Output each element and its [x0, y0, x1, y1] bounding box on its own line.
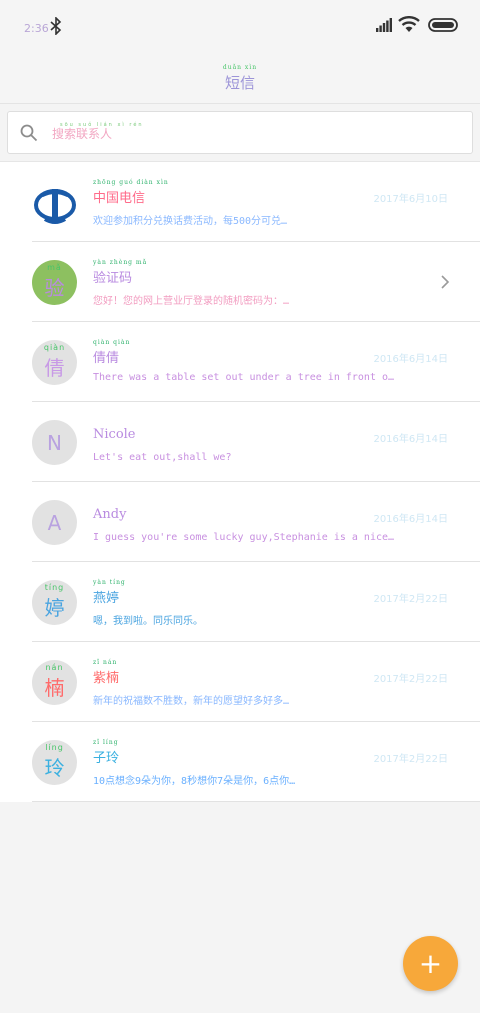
message-date: 2017年2月22日 — [373, 674, 448, 685]
wifi-icon — [398, 16, 420, 32]
status-time: 2:36 — [24, 22, 49, 35]
contact-row[interactable]: nán 楠 zǐ nán 紫楠 2017年2月22日新年的祝福数不胜数，新年的愿望好多好… — [0, 642, 480, 722]
avatar-pinyin: nán — [45, 663, 64, 672]
contact-list: zhōng guó diàn xìn 中国电信 2017年6月10日欢迎参加积分兑换… — [0, 162, 480, 802]
avatar-initial: 倩 — [44, 356, 65, 380]
avatar-initial: A — [47, 510, 62, 535]
contact-name: qiàn qiàn 倩倩 — [93, 339, 130, 366]
avatar — [32, 180, 77, 225]
search-box[interactable]: sōu suǒ lián xì rén — [7, 111, 473, 154]
message-preview: 10点想念9朵为你，8秒想你7朵是你，6点你… — [93, 776, 296, 787]
contact-row[interactable]: qiàn 倩 qiàn qiàn 倩倩 2016年6月14日 There was a ta… — [0, 322, 480, 402]
avatar-initial: 玲 — [44, 756, 65, 780]
contact-name: zǐ líng 子玲 — [93, 739, 119, 766]
avatar: líng 玲 — [32, 740, 77, 785]
avatar-content: nán 楠 — [45, 664, 65, 701]
status-bar: 2:36 — [0, 0, 480, 52]
avatar-pinyin: qiàn — [43, 343, 66, 352]
plus-icon: + — [418, 946, 443, 980]
avatar-content: tíng 婷 — [45, 584, 65, 621]
message-date: 2016年6月14日 — [373, 514, 448, 525]
contact-row[interactable]: mǎ 验 yàn zhèng mǎ 验证码您好！您的网上营业厅登录的随机密码为：… — [0, 242, 480, 322]
chevron-right-icon — [441, 275, 450, 289]
contact-name-pinyin: yàn zhèng mǎ — [93, 259, 148, 266]
contact-name: Nicole — [93, 427, 136, 442]
avatar: tíng 婷 — [32, 580, 77, 625]
message-date: 2016年6月14日 — [373, 434, 448, 445]
contact-name-pinyin: zhōng guó diàn xìn — [93, 179, 169, 186]
avatar-pinyin: mǎ — [47, 263, 62, 272]
avatar-content: N — [47, 431, 62, 455]
contact-name-text: 燕婷 — [93, 591, 120, 606]
page-title: duǎn xìn 短信 — [0, 64, 480, 93]
avatar: A — [32, 500, 77, 545]
bluetooth-icon — [50, 17, 62, 35]
contact-name: yàn tíng 燕婷 — [93, 579, 126, 606]
contact-name-text: 子玲 — [93, 751, 120, 766]
contact-name-text: 紫楠 — [93, 671, 120, 686]
message-date: 2017年2月22日 — [373, 754, 448, 765]
message-preview: 欢迎参加积分兑换话费活动，每500分可兑… — [93, 216, 288, 227]
contact-name-pinyin: yàn tíng — [93, 579, 126, 586]
avatar-initial: N — [47, 430, 62, 455]
app-bar: duǎn xìn 短信 — [0, 52, 480, 104]
contact-name-text: Andy — [93, 507, 127, 522]
search-icon — [20, 124, 38, 142]
avatar: N — [32, 420, 77, 465]
message-preview: 新年的祝福数不胜数，新年的愿望好多好多… — [93, 696, 290, 707]
message-preview: I guess you're some lucky guy,Stephanie … — [93, 532, 398, 543]
avatar-content: A — [48, 511, 62, 535]
contact-row[interactable]: líng 玲 zǐ líng 子玲 2017年2月22日 10点想念9朵为你，8秒想你7朵… — [0, 722, 480, 802]
avatar-initial: 楠 — [44, 676, 65, 700]
search-input[interactable] — [52, 120, 452, 148]
contact-name-pinyin: zǐ líng — [93, 739, 119, 746]
avatar-content: mǎ 验 — [45, 264, 65, 301]
avatar-pinyin: tíng — [44, 583, 65, 592]
avatar: nán 楠 — [32, 660, 77, 705]
avatar-initial: 婷 — [44, 596, 65, 620]
message-preview: 您好！您的网上营业厅登录的随机密码为：… — [93, 296, 290, 307]
avatar-initial: 验 — [44, 276, 65, 300]
search-bar: sōu suǒ lián xì rén — [0, 104, 480, 162]
signal-icon — [376, 18, 392, 32]
contact-name: Andy — [93, 507, 126, 522]
title-text: 短信 — [224, 74, 255, 92]
avatar: mǎ 验 — [32, 260, 77, 305]
message-preview: Let's eat out,shall we? — [93, 452, 232, 463]
contact-name: zhōng guó diàn xìn 中国电信 — [93, 179, 169, 206]
contact-row[interactable]: tíng 婷 yàn tíng 燕婷 2017年2月22日嗯，我到啦。同乐同乐。 — [0, 562, 480, 642]
contact-row[interactable]: A Andy 2016年6月14日 I guess you're some lucky… — [0, 482, 480, 562]
avatar: qiàn 倩 — [32, 340, 77, 385]
message-preview: 嗯，我到啦。同乐同乐。 — [93, 616, 203, 627]
contact-row[interactable]: N Nicole 2016年6月14日 Let's eat out,shall we? — [0, 402, 480, 482]
contact-name-text: 中国电信 — [93, 191, 146, 206]
battery-icon — [428, 18, 458, 32]
contact-name-pinyin: qiàn qiàn — [93, 339, 131, 346]
message-date: 2017年6月10日 — [373, 194, 448, 205]
message-preview: There was a table set out under a tree i… — [93, 372, 398, 383]
contact-name-pinyin: zǐ nán — [93, 659, 118, 666]
china-telecom-logo-icon — [33, 188, 76, 224]
avatar-pinyin: líng — [45, 743, 64, 752]
contact-name-text: 验证码 — [93, 271, 133, 286]
contact-row[interactable]: zhōng guó diàn xìn 中国电信 2017年6月10日欢迎参加积分兑换… — [0, 162, 480, 242]
message-date: 2016年6月14日 — [373, 354, 448, 365]
new-message-button[interactable]: + — [403, 936, 458, 991]
message-date: 2017年2月22日 — [373, 594, 448, 605]
contact-name: zǐ nán 紫楠 — [93, 659, 119, 686]
contact-name: yàn zhèng mǎ 验证码 — [93, 259, 147, 286]
avatar-content: qiàn 倩 — [44, 344, 65, 381]
avatar-content: líng 玲 — [45, 744, 65, 781]
contact-name-text: Nicole — [93, 427, 136, 442]
title-pinyin: duǎn xìn — [222, 64, 258, 71]
contact-name-text: 倩倩 — [93, 351, 120, 366]
